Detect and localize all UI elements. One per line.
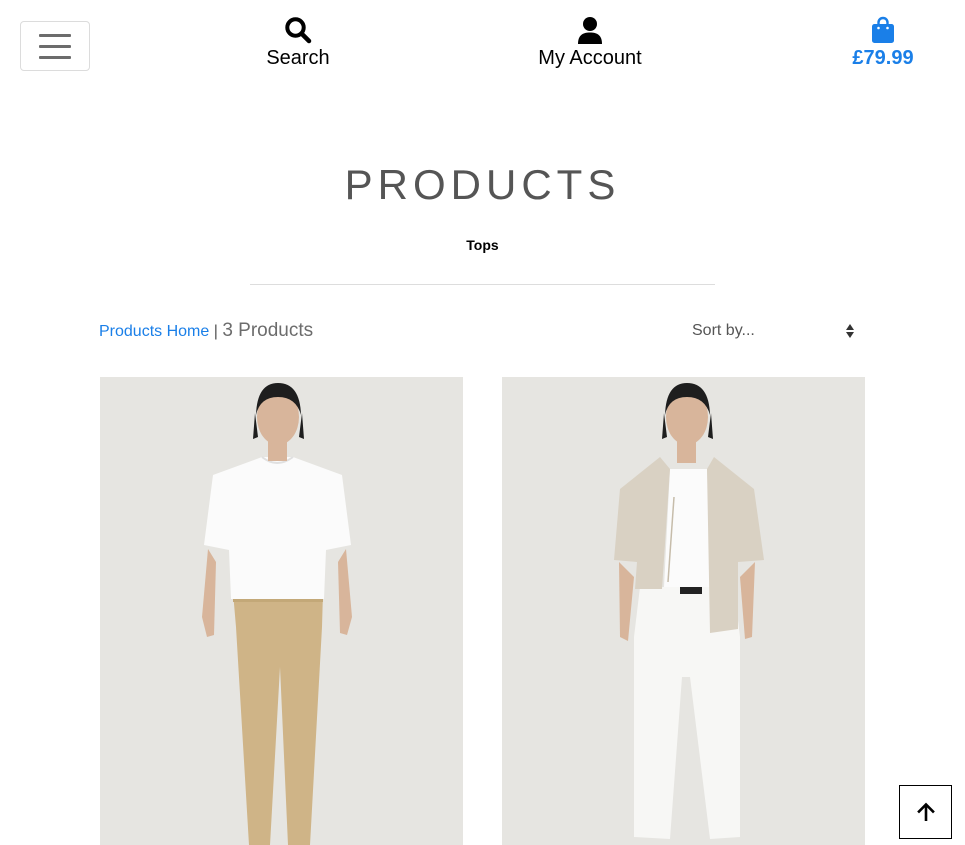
product-card[interactable] xyxy=(100,377,463,845)
product-card[interactable] xyxy=(502,377,865,845)
search-link[interactable]: Search xyxy=(243,16,353,70)
search-icon xyxy=(285,17,312,44)
my-account-link[interactable]: My Account xyxy=(520,16,660,70)
menu-toggle-button[interactable] xyxy=(20,21,90,71)
menu-icon-bar xyxy=(39,44,71,48)
products-home-link[interactable]: Products Home xyxy=(99,323,209,340)
arrow-up-icon xyxy=(916,802,935,821)
bag-total: £79.99 xyxy=(852,47,914,69)
search-label: Search xyxy=(266,47,330,69)
category-label: Tops xyxy=(466,237,499,253)
user-icon xyxy=(578,17,602,44)
select-arrows-icon xyxy=(846,324,854,338)
menu-icon-bar xyxy=(39,55,71,59)
site-header: Search My Account £79.99 xyxy=(0,0,965,90)
page-title: PRODUCTS xyxy=(344,161,621,208)
menu-icon-bar xyxy=(39,33,71,37)
product-image[interactable] xyxy=(502,377,865,845)
product-count: 3 Products xyxy=(222,320,314,341)
shopping-bag-link[interactable]: £79.99 xyxy=(833,16,933,70)
back-to-top-button[interactable] xyxy=(899,785,952,839)
my-account-label: My Account xyxy=(538,47,642,69)
sort-select[interactable]: Sort by... xyxy=(692,319,854,343)
breadcrumb-separator: | xyxy=(213,323,218,340)
shopping-bag-icon xyxy=(872,16,894,43)
sort-select-value: Sort by... xyxy=(692,322,755,339)
breadcrumb: Products Home | 3 Products xyxy=(99,320,313,343)
product-image[interactable] xyxy=(100,377,463,845)
divider xyxy=(250,284,715,285)
